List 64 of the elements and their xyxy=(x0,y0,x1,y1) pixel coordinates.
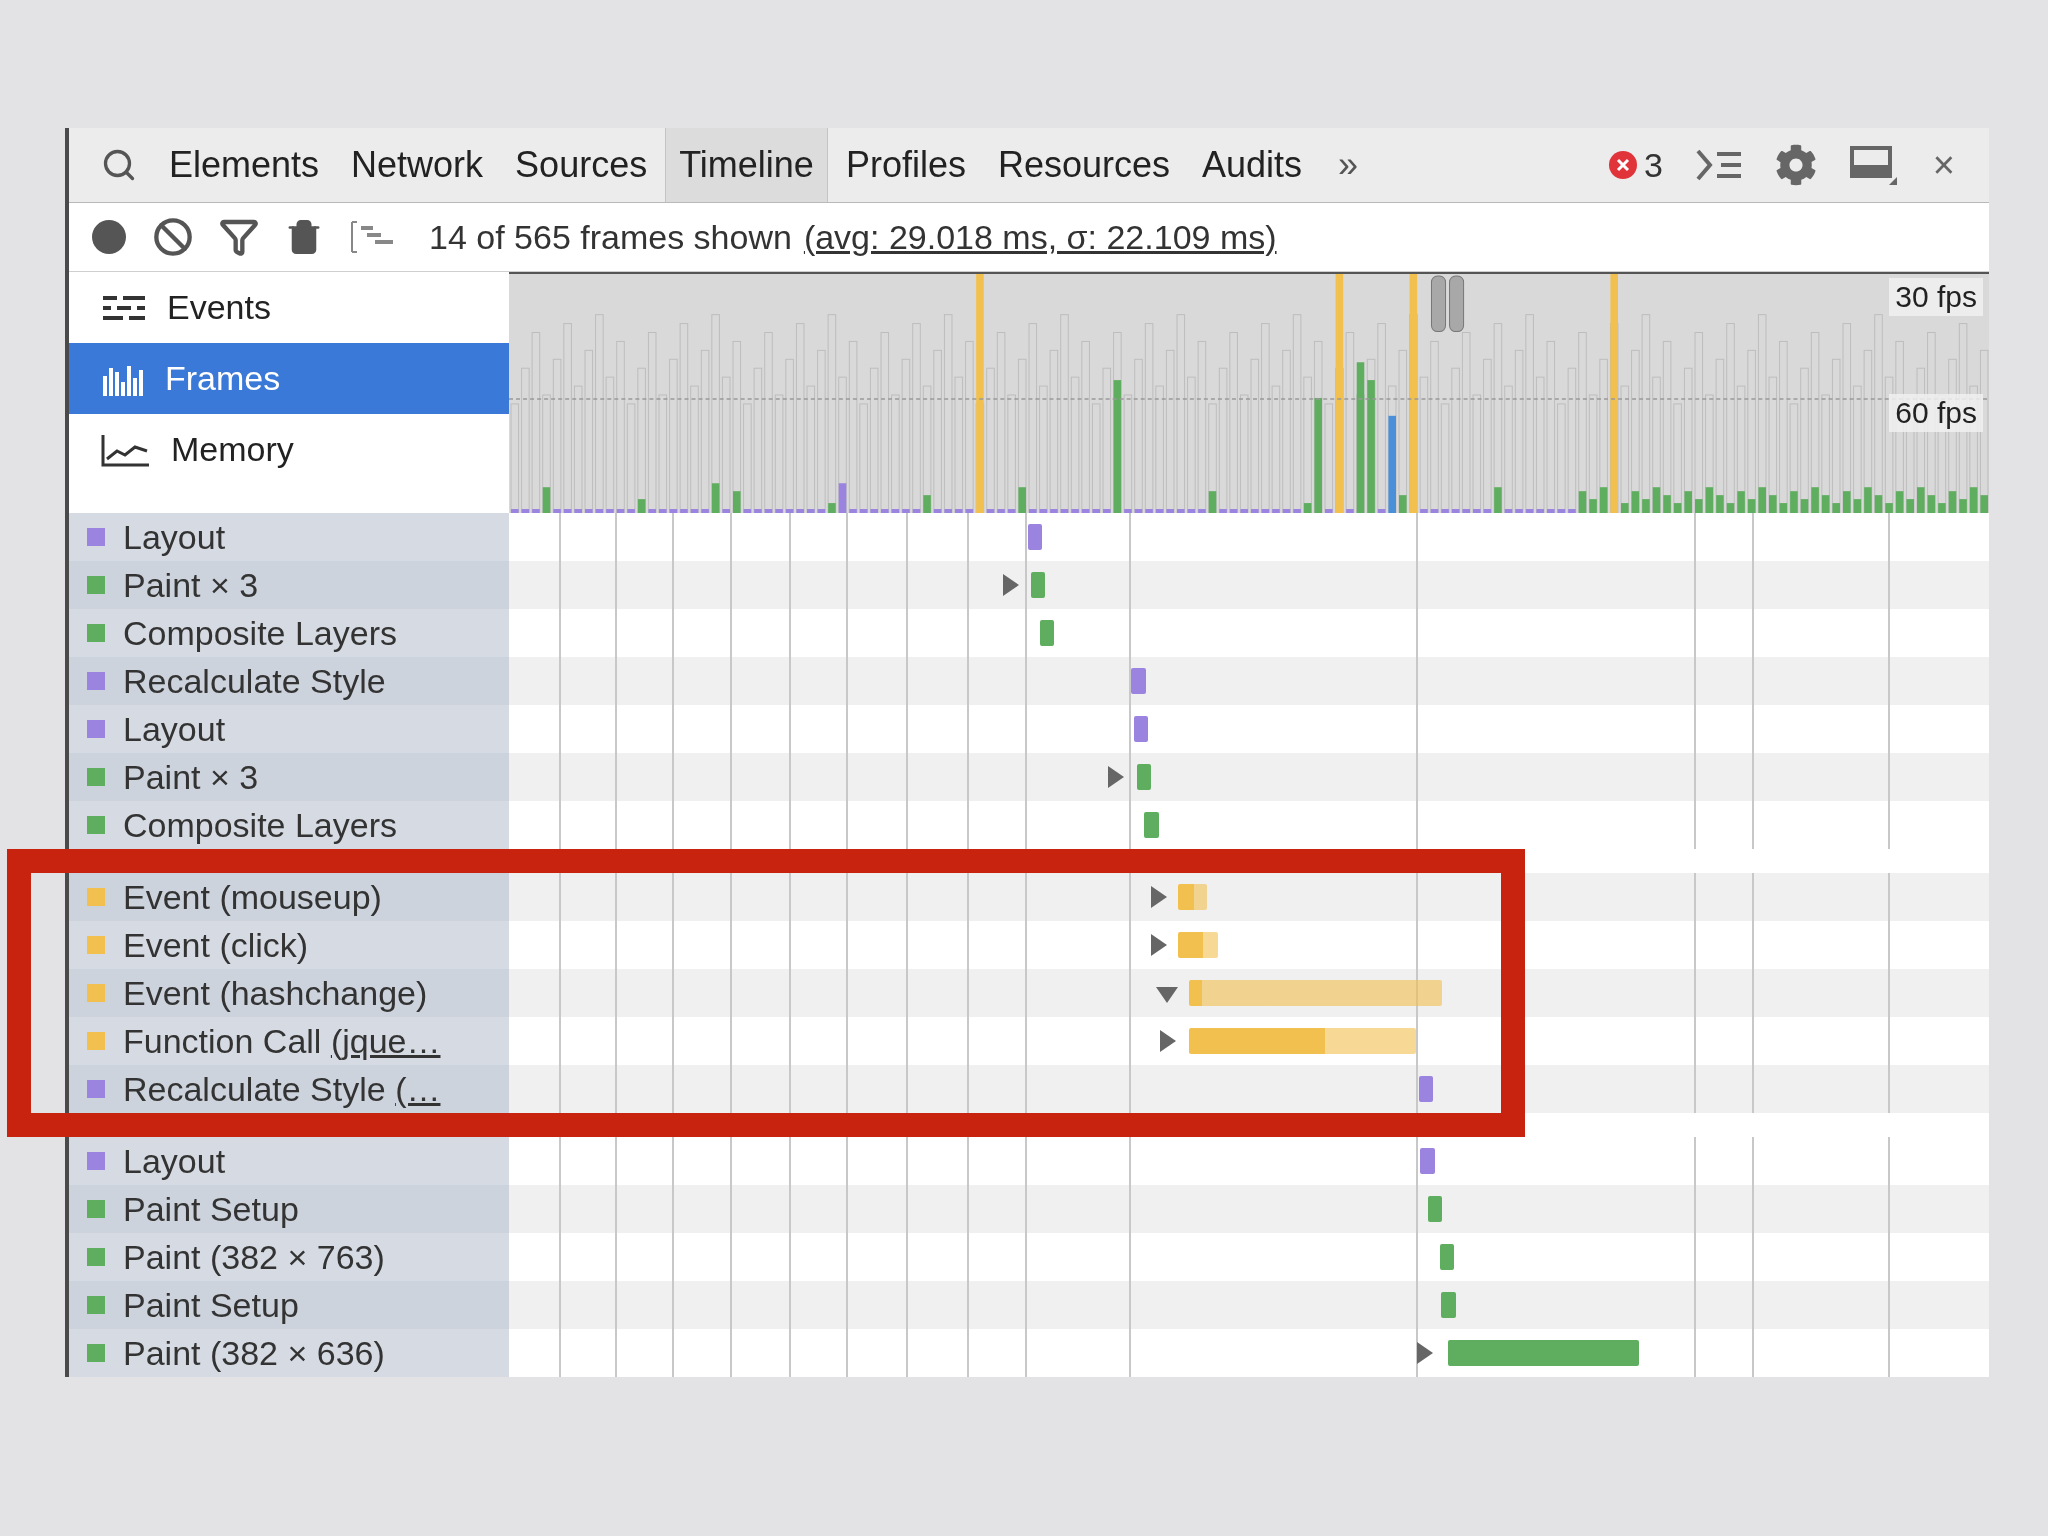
record-name: Paint Setup xyxy=(123,1189,299,1229)
line-chart-icon xyxy=(101,432,151,467)
record-name: Recalculate Style xyxy=(123,661,386,701)
record-label[interactable]: Layout xyxy=(69,705,509,753)
record-source-link[interactable]: (… xyxy=(395,1069,441,1108)
record-label[interactable]: Event (mouseup) xyxy=(69,873,509,921)
record-name: Layout xyxy=(123,517,226,557)
error-icon xyxy=(1607,150,1638,180)
record-label[interactable]: Composite Layers xyxy=(69,609,509,657)
record-icon[interactable] xyxy=(91,219,127,255)
record-label[interactable]: Event (click) xyxy=(69,921,509,969)
record-label[interactable]: Recalculate Style xyxy=(69,657,509,705)
record-bar[interactable] xyxy=(1030,572,1046,598)
record-bar[interactable] xyxy=(1428,1196,1443,1222)
record-label[interactable]: Recalculate Style (… xyxy=(69,1065,509,1113)
record-name: Event (click) xyxy=(123,925,309,965)
record-source-link[interactable]: (jque… xyxy=(330,1021,441,1060)
record-name: Event (mouseup) xyxy=(123,877,382,917)
fps-label: 30 fps xyxy=(1889,278,1983,316)
record-label[interactable]: Layout xyxy=(69,1137,509,1185)
record-name: Layout xyxy=(123,1141,226,1181)
stats-link[interactable]: (avg: 29.018 ms, σ: 22.109 ms) xyxy=(803,217,1277,257)
panel-tab[interactable]: Network xyxy=(337,128,498,202)
record-label[interactable]: Paint (382 × 763) xyxy=(69,1233,509,1281)
record-bar[interactable] xyxy=(1028,524,1043,550)
panel-tab[interactable]: Profiles xyxy=(831,128,980,202)
record-label[interactable]: Paint × 3 xyxy=(69,561,509,609)
record-name: Paint (382 × 636) xyxy=(123,1333,385,1373)
close-button[interactable]: × xyxy=(1916,143,1971,187)
record-label[interactable]: Composite Layers xyxy=(69,801,509,849)
panel-tab[interactable]: Audits xyxy=(1188,128,1317,202)
frames-summary: 14 of 565 frames shown xyxy=(429,217,792,257)
record-name: Event (hashchange) xyxy=(123,973,428,1013)
filter-icon[interactable] xyxy=(219,217,259,257)
error-count-button[interactable]: 3 xyxy=(1593,145,1677,185)
record-label[interactable]: Paint Setup xyxy=(69,1281,509,1329)
record-bar[interactable] xyxy=(1136,764,1151,790)
record-label[interactable]: Paint (382 × 636) xyxy=(69,1329,509,1377)
record-name: Recalculate Style (… xyxy=(123,1069,441,1109)
panel-tab[interactable]: Resources xyxy=(983,128,1184,202)
clear-icon[interactable] xyxy=(153,217,193,257)
panel-tab[interactable]: Sources xyxy=(501,128,662,202)
fps-label: 60 fps xyxy=(1889,394,1983,432)
record-bar[interactable] xyxy=(1418,1076,1434,1102)
record-bar[interactable] xyxy=(1039,620,1055,646)
record-bar[interactable] xyxy=(1133,716,1149,742)
panel-tab[interactable]: Timeline xyxy=(665,128,828,202)
record-name: Layout xyxy=(123,709,226,749)
record-name: Paint Setup xyxy=(123,1285,299,1325)
record-bar[interactable] xyxy=(1439,1244,1455,1270)
record-name: Function Call (jque… xyxy=(123,1021,441,1061)
record-label[interactable]: Paint × 3 xyxy=(69,753,509,801)
record-name: Paint × 3 xyxy=(123,565,259,605)
record-label[interactable]: Function Call (jque… xyxy=(69,1017,509,1065)
view-item[interactable]: Frames xyxy=(69,343,509,414)
panel-tab[interactable]: Elements xyxy=(155,128,334,202)
record-name: Composite Layers xyxy=(123,805,397,845)
record-name: Paint (382 × 763) xyxy=(123,1237,385,1277)
more-tabs-button[interactable]: » xyxy=(1320,144,1377,186)
record-name: Composite Layers xyxy=(123,613,397,653)
record-name: Paint × 3 xyxy=(123,757,259,797)
record-label[interactable]: Layout xyxy=(69,513,509,561)
record-label[interactable]: Event (hashchange) xyxy=(69,969,509,1017)
record-label[interactable]: Paint Setup xyxy=(69,1185,509,1233)
